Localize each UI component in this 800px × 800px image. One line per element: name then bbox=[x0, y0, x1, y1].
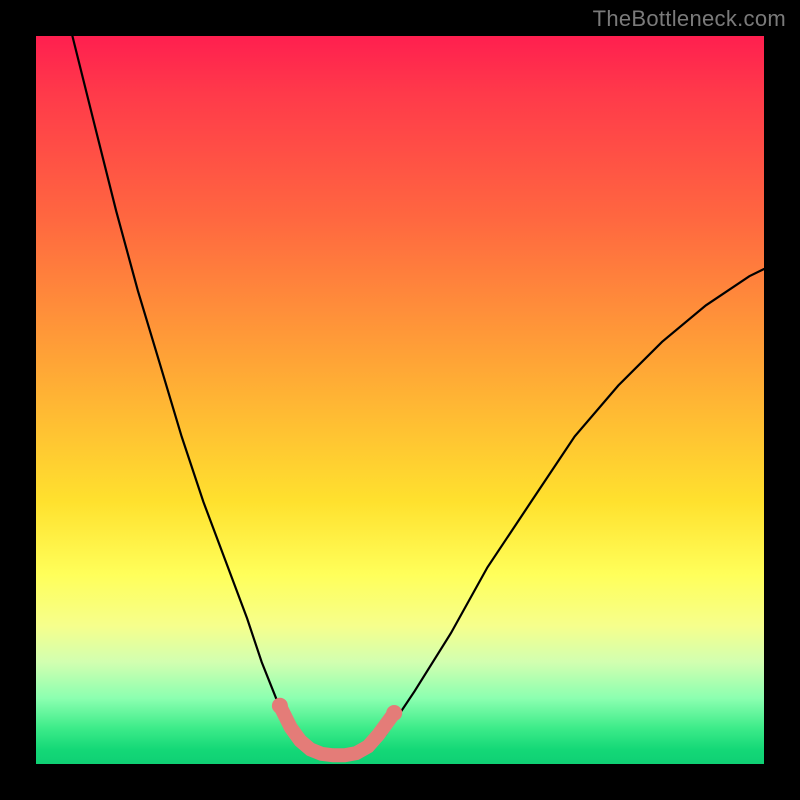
plot-area bbox=[36, 36, 764, 764]
curve-right bbox=[364, 269, 764, 753]
marker-dot bbox=[272, 698, 288, 714]
marker-cluster bbox=[272, 698, 402, 756]
chart-svg bbox=[36, 36, 764, 764]
marker-path bbox=[280, 706, 394, 756]
curve-left bbox=[72, 36, 309, 749]
watermark-text: TheBottleneck.com bbox=[593, 6, 786, 32]
marker-dot bbox=[386, 705, 402, 721]
